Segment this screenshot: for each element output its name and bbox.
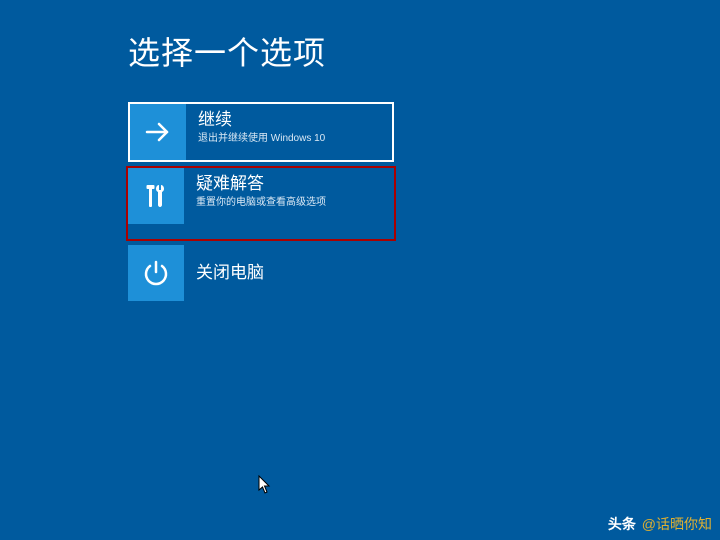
option-power[interactable]: 关闭电脑	[128, 245, 720, 301]
option-continue-title: 继续	[198, 110, 382, 130]
option-continue-subtitle: 退出并继续使用 Windows 10	[198, 132, 382, 145]
option-continue[interactable]: 继续 退出并继续使用 Windows 10	[128, 102, 394, 162]
mouse-cursor-icon	[258, 475, 272, 500]
page-title: 选择一个选项	[128, 28, 720, 74]
option-troubleshoot-subtitle: 重置你的电脑或查看高级选项	[196, 196, 384, 209]
option-troubleshoot[interactable]: 疑难解答 重置你的电脑或查看高级选项	[128, 168, 394, 239]
tools-icon	[128, 168, 184, 224]
arrow-right-icon	[130, 104, 186, 160]
option-power-text: 关闭电脑	[184, 245, 720, 291]
options-container: 选择一个选项 继续 退出并继续使用 Windows 10	[0, 0, 720, 301]
watermark: 头条 @话晒你知	[608, 514, 712, 534]
option-power-title: 关闭电脑	[196, 263, 710, 283]
watermark-brand: 头条	[608, 516, 636, 532]
watermark-handle: @话晒你知	[642, 516, 712, 532]
option-continue-text: 继续 退出并继续使用 Windows 10	[186, 104, 392, 151]
power-icon	[128, 245, 184, 301]
option-troubleshoot-title: 疑难解答	[196, 174, 384, 194]
option-troubleshoot-text: 疑难解答 重置你的电脑或查看高级选项	[184, 168, 394, 239]
